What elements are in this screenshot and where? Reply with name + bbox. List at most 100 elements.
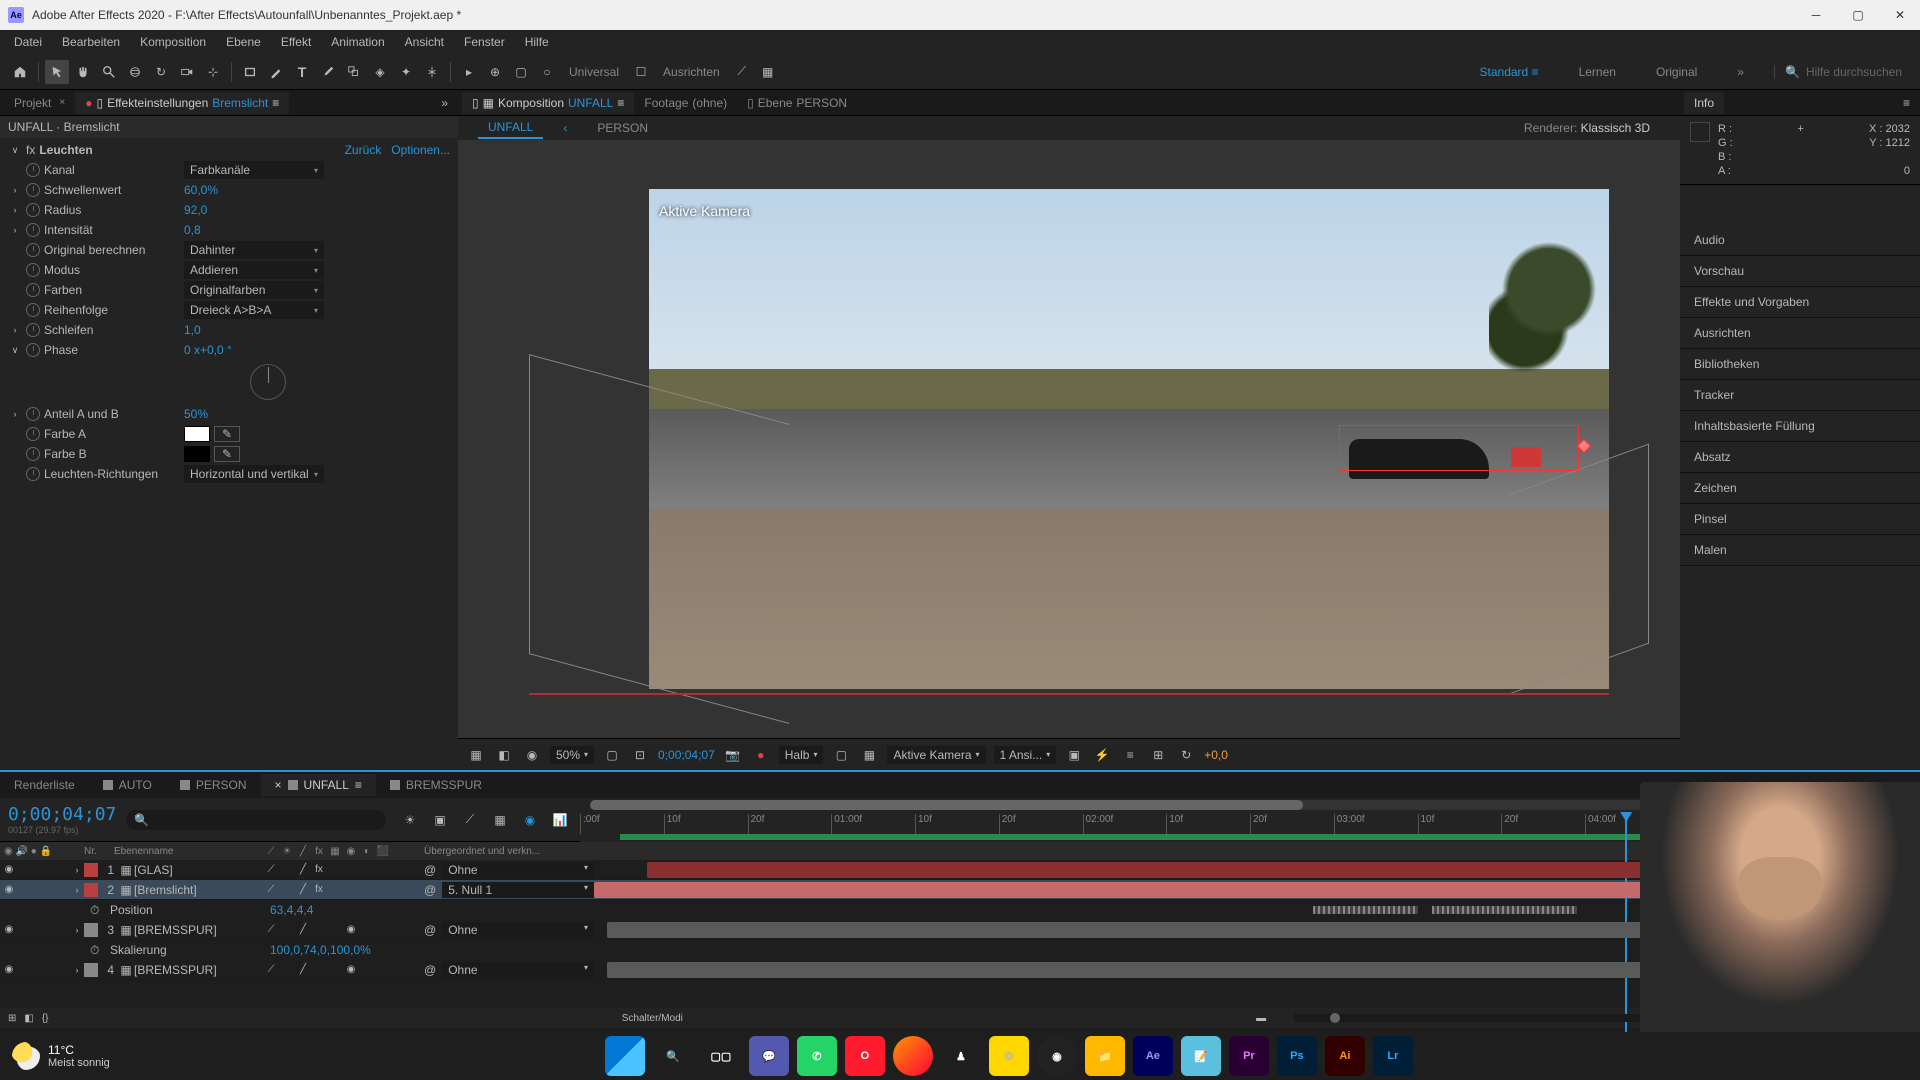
panel-bibliotheken[interactable]: Bibliotheken xyxy=(1680,349,1920,380)
parent-dropdown[interactable]: Ohne▾ xyxy=(442,962,594,978)
shy-switch-icon[interactable]: ⟋ xyxy=(264,844,278,858)
fx-leuchten-header[interactable]: ∨ fx Leuchten Zurück Optionen... xyxy=(0,140,458,160)
fx-original-dropdown[interactable]: Dahinter▾ xyxy=(184,241,324,259)
layer-handle[interactable] xyxy=(1511,447,1541,467)
shy-toggle[interactable]: ⟋ xyxy=(264,883,278,897)
quality-toggle[interactable]: ╱ xyxy=(296,923,310,937)
layer-color[interactable] xyxy=(84,963,98,977)
adjustment-switch-icon[interactable]: ◐ xyxy=(360,844,374,858)
workspace-lernen[interactable]: Lernen xyxy=(1571,61,1624,83)
panel-zeichen[interactable]: Zeichen xyxy=(1680,473,1920,504)
app-1[interactable]: ♟ xyxy=(941,1036,981,1076)
world-axis-tool[interactable]: ⊕ xyxy=(483,60,507,84)
layer-row[interactable]: ◉ › 3 ▦ [BREMSSPUR] ⟋ ╱ ◉ @ Ohne▾ xyxy=(0,920,1920,940)
workspace-standard[interactable]: Standard ≡ xyxy=(1472,61,1547,83)
app-2[interactable]: ⚙ xyxy=(989,1036,1029,1076)
menu-bearbeiten[interactable]: Bearbeiten xyxy=(52,31,130,53)
text-tool[interactable]: T xyxy=(290,60,314,84)
channel-icon[interactable]: ● xyxy=(751,745,771,765)
grid-icon[interactable]: ▦ xyxy=(859,745,879,765)
shy-toggle[interactable]: ⟋ xyxy=(264,863,278,877)
stopwatch-icon[interactable] xyxy=(26,323,40,337)
fx-radius-value[interactable]: 92,0 xyxy=(184,203,207,217)
pixel-aspect-icon[interactable]: ▣ xyxy=(1064,745,1084,765)
motionblur-toggle[interactable]: ◉ xyxy=(344,923,358,937)
fx-richtungen-dropdown[interactable]: Horizontal und vertikal▾ xyxy=(184,465,324,483)
fx-schwellenwert-value[interactable]: 60,0% xyxy=(184,183,218,197)
fx-toggle[interactable] xyxy=(312,923,326,937)
fx-intensitaet-value[interactable]: 0,8 xyxy=(184,223,201,237)
stopwatch-icon[interactable] xyxy=(26,427,40,441)
ausrichten-checkbox[interactable]: ☐ xyxy=(629,60,653,84)
fx-phase-value[interactable]: 0 x+0,0 ° xyxy=(184,343,232,357)
stopwatch-icon[interactable] xyxy=(26,447,40,461)
anchor-tool[interactable]: ⊹ xyxy=(201,60,225,84)
stopwatch-icon[interactable]: ⏱ xyxy=(90,943,104,958)
pickwhip-icon[interactable]: @ xyxy=(424,883,436,897)
layer-color[interactable] xyxy=(84,923,98,937)
obs-app[interactable]: ◉ xyxy=(1037,1036,1077,1076)
zoom-dropdown[interactable]: 50% ▾ xyxy=(550,746,594,764)
info-menu[interactable]: ≡ xyxy=(1897,96,1916,110)
composition-viewer[interactable]: Aktive Kamera xyxy=(458,140,1680,738)
fx-anteil-value[interactable]: 50% xyxy=(184,407,208,421)
expand-arrow[interactable]: › xyxy=(70,965,84,975)
toggle-switches-icon[interactable]: ⊞ xyxy=(8,1013,16,1024)
stopwatch-icon[interactable] xyxy=(26,467,40,481)
pen-tool[interactable] xyxy=(264,60,288,84)
parent-dropdown[interactable]: Ohne▾ xyxy=(442,862,594,878)
tab-auto[interactable]: AUTO xyxy=(89,774,166,796)
pickwhip-icon[interactable]: @ xyxy=(424,923,436,937)
lightroom-app[interactable]: Lr xyxy=(1373,1036,1413,1076)
panel-ausrichten[interactable]: Ausrichten xyxy=(1680,318,1920,349)
tab-ebene[interactable]: ▯ Ebene PERSON xyxy=(737,92,857,114)
panel-overflow[interactable]: » xyxy=(435,96,454,110)
tab-komposition[interactable]: ▯ ▦ Komposition UNFALL ≡ xyxy=(462,92,634,114)
property-value[interactable]: 63,4,4,4 xyxy=(270,903,420,917)
visibility-toggle[interactable]: ◉ xyxy=(2,963,16,977)
panel-audio[interactable]: Audio xyxy=(1680,225,1920,256)
ruler-tick[interactable]: 01:00f xyxy=(831,814,915,834)
quality-toggle[interactable]: ╱ xyxy=(296,863,310,877)
panel-effekte[interactable]: Effekte und Vorgaben xyxy=(1680,287,1920,318)
local-axis-tool[interactable]: ▸ xyxy=(457,60,481,84)
menu-effekt[interactable]: Effekt xyxy=(271,31,321,53)
layer-row[interactable]: ◉ › 2 ▦ [Bremslicht] ⟋ ╱ fx @ 5. Null 1▾ xyxy=(0,880,1920,900)
stopwatch-icon[interactable] xyxy=(26,407,40,421)
tab-person[interactable]: PERSON xyxy=(166,774,261,796)
fx-toggle[interactable] xyxy=(312,963,326,977)
workspace-more[interactable]: » xyxy=(1729,61,1752,83)
camera-dropdown[interactable]: Aktive Kamera ▾ xyxy=(887,746,985,764)
quality-toggle[interactable]: ╱ xyxy=(296,963,310,977)
layer-row[interactable]: ◉ › 1 ▦ [GLAS] ⟋ ╱ fx @ Ohne▾ xyxy=(0,860,1920,880)
motion-blur-icon[interactable]: ◉ xyxy=(518,808,542,832)
pickwhip-icon[interactable]: @ xyxy=(424,863,436,877)
comp-mini-flowchart-icon[interactable]: ☀ xyxy=(398,808,422,832)
speaker-column-icon[interactable]: 🔊 xyxy=(16,846,28,857)
shy-toggle[interactable]: ⟋ xyxy=(264,923,278,937)
panel-malen[interactable]: Malen xyxy=(1680,535,1920,566)
layer-name[interactable]: [BREMSSPUR] xyxy=(134,963,264,977)
menu-hilfe[interactable]: Hilfe xyxy=(515,31,559,53)
eye-column-icon[interactable]: ◉ xyxy=(4,846,13,857)
resolution-icon[interactable]: ▢ xyxy=(602,745,622,765)
weather-widget[interactable]: 11°C Meist sonnig xyxy=(12,1042,110,1070)
ruler-tick[interactable]: 20f xyxy=(999,814,1083,834)
photoshop-app[interactable]: Ps xyxy=(1277,1036,1317,1076)
timeline-icon[interactable]: ≡ xyxy=(1120,745,1140,765)
panel-tracker[interactable]: Tracker xyxy=(1680,380,1920,411)
workspace-original[interactable]: Original xyxy=(1648,61,1705,83)
transparency-grid-icon[interactable]: ◧ xyxy=(494,745,514,765)
visibility-toggle[interactable]: ◉ xyxy=(2,923,16,937)
stopwatch-icon[interactable] xyxy=(26,263,40,277)
motionblur-toggle[interactable] xyxy=(344,863,358,877)
hand-tool[interactable] xyxy=(71,60,95,84)
ruler-tick[interactable]: 10f xyxy=(1418,814,1502,834)
start-button[interactable] xyxy=(605,1036,645,1076)
ruler-tick[interactable]: :00f xyxy=(580,814,664,834)
frameblend-switch-icon[interactable]: ▦ xyxy=(328,844,342,858)
quality-switch-icon[interactable]: ╱ xyxy=(296,844,310,858)
panel-inhaltsbasierte[interactable]: Inhaltsbasierte Füllung xyxy=(1680,411,1920,442)
draft3d-icon[interactable]: ▣ xyxy=(428,808,452,832)
stopwatch-icon[interactable] xyxy=(26,303,40,317)
